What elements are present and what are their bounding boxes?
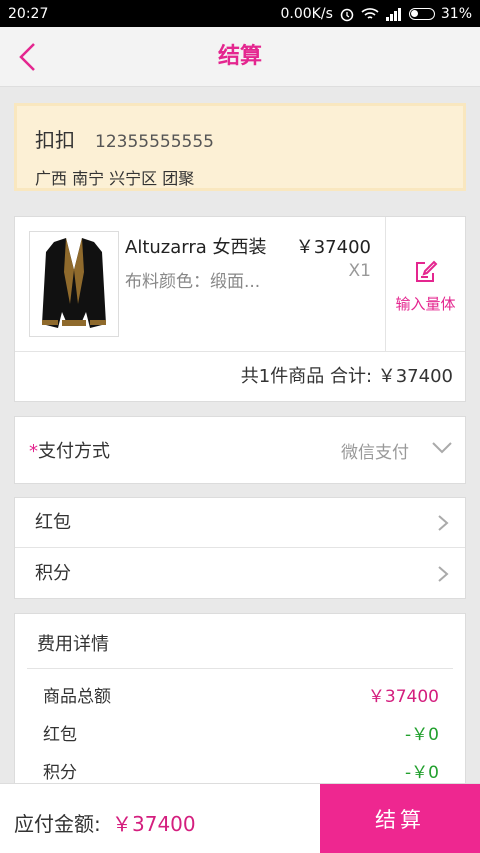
- points-row[interactable]: 积分: [15, 549, 465, 599]
- checkout-bar: 应付金额: ￥37400 结算: [0, 783, 480, 853]
- blazer-image: [42, 238, 106, 328]
- edit-icon: [415, 260, 437, 282]
- perks-card: 红包 积分: [14, 497, 466, 599]
- points-label: 积分: [35, 563, 71, 584]
- measure-label: 输入量体: [395, 295, 456, 313]
- payment-label-wrap: *支付方式: [29, 437, 110, 463]
- product-spec: 布料颜色：缎面...: [125, 272, 261, 292]
- checkout-button[interactable]: 结算: [320, 784, 480, 853]
- red-packet-label: 红包: [35, 512, 71, 533]
- payment-label: 支付方式: [38, 441, 110, 462]
- checkout-content[interactable]: 扣扣 12355555555 广西 南宁 兴宁区 团聚 Altuzarra 女西…: [0, 87, 480, 813]
- wifi-icon: [361, 7, 379, 19]
- status-battery: 31%: [440, 5, 472, 22]
- input-measurements-button[interactable]: 输入量体: [385, 217, 465, 351]
- fee-value: -￥0: [405, 763, 439, 783]
- fee-row-red-packet: 红包 -￥0: [43, 720, 439, 750]
- red-packet-row[interactable]: 红包: [15, 498, 465, 548]
- fee-value: ￥37400: [367, 687, 439, 707]
- signal-icon: [385, 7, 401, 21]
- fee-label: 商品总额: [43, 687, 111, 707]
- alarm-icon: [340, 8, 354, 21]
- status-time: 20:27: [8, 5, 49, 22]
- amount-due-label: 应付金额:: [14, 812, 101, 836]
- shipping-address-card[interactable]: 扣扣 12355555555 广西 南宁 兴宁区 团聚: [14, 103, 466, 191]
- fee-value: -￥0: [405, 725, 439, 745]
- chevron-down-icon: [432, 442, 452, 454]
- recipient-region: 广西 南宁 兴宁区 团聚: [35, 169, 195, 188]
- fee-row-subtotal: 商品总额 ￥37400: [43, 682, 439, 712]
- divider: [27, 668, 453, 669]
- required-mark: *: [29, 441, 38, 462]
- recipient-phone: 12355555555: [95, 132, 214, 152]
- nav-bar: 结算: [0, 27, 480, 87]
- fee-label: 积分: [43, 763, 77, 783]
- chevron-right-icon: [438, 566, 449, 582]
- amount-due-value: ￥37400: [112, 812, 196, 836]
- product-price: ￥37400: [295, 237, 371, 258]
- order-summary: 共1件商品 合计: ￥37400: [15, 351, 465, 402]
- fee-label: 红包: [43, 725, 77, 745]
- status-bar: 20:27 0.00K/s 31%: [0, 0, 480, 27]
- fee-details-title: 费用详情: [37, 634, 109, 655]
- payment-method-row[interactable]: *支付方式 微信支付: [14, 416, 466, 484]
- status-net-speed: 0.00K/s: [280, 5, 333, 22]
- chevron-right-icon: [438, 515, 449, 531]
- product-image[interactable]: [29, 231, 119, 337]
- order-card: Altuzarra 女西装 ￥37400 布料颜色：缎面... X1 输入量体 …: [14, 216, 466, 402]
- battery-icon: [408, 7, 435, 20]
- recipient-name: 扣扣: [35, 128, 75, 152]
- payment-value: 微信支付: [341, 443, 409, 463]
- product-quantity: X1: [348, 261, 371, 281]
- product-name: Altuzarra 女西装: [125, 237, 267, 258]
- page-title: 结算: [217, 44, 262, 69]
